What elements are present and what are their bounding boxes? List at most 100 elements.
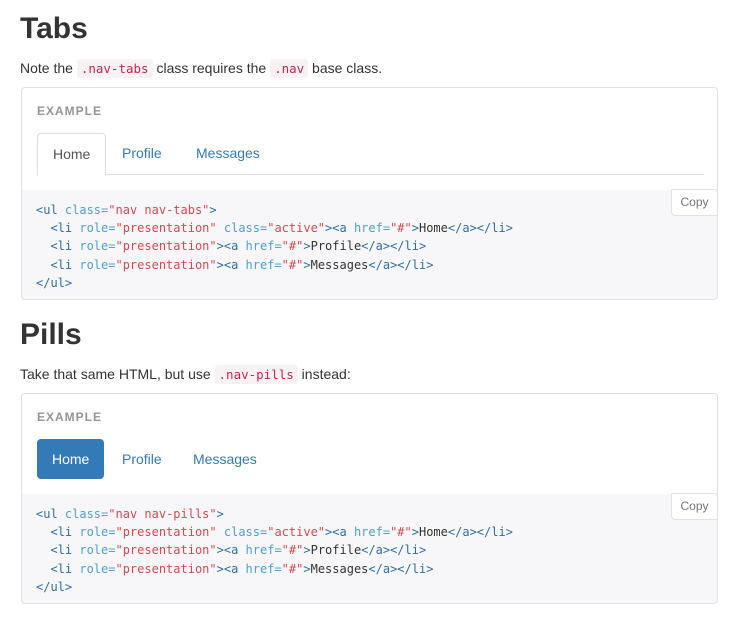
code-token: href= [353,525,391,540]
pill-messages[interactable]: Messages [178,439,272,479]
code-token: "#" [281,257,304,272]
tabs-heading: Tabs [20,12,88,45]
code-token: role= [79,525,116,540]
code-token: href= [353,221,391,236]
code-token: </a></li> [447,525,513,540]
code-token: role= [79,221,116,236]
code-token: </a></li> [447,221,513,236]
code-token: > [303,543,311,558]
code-line: <ul class="nav nav-tabs"> [36,203,217,217]
code-token: > [216,507,224,521]
code-token: role= [79,561,116,576]
code-token: <ul [36,507,65,521]
pill-profile[interactable]: Profile [107,439,177,479]
code-token: "#" [281,239,304,254]
code-token: "presentation" [115,221,217,236]
code-line: </ul> [36,276,72,290]
code-token: </a></li> [361,543,427,558]
code-token: role= [79,257,116,272]
code-line: <li role="presentation"><a href="#">Prof… [36,543,426,557]
code-token: Messages [310,257,369,272]
copy-button[interactable]: Copy [671,493,718,520]
tabs-example: EXAMPLE Home Profile Messages [21,87,718,191]
code-line: <li role="presentation"><a href="#">Mess… [36,562,433,576]
code-token: "presentation" [115,239,217,254]
code-line: <li role="presentation" class="active"><… [36,525,513,540]
code-token: role= [79,239,116,254]
code-token: <li [50,221,80,236]
code-token: "presentation" [115,561,217,576]
nav-tabs: Home Profile Messages [37,133,704,176]
code-token: "nav nav-tabs" [108,203,210,217]
code-token: <li [50,257,80,272]
code-token: "active" [267,221,326,236]
code-token: ><a [216,543,246,558]
pills-example: EXAMPLE Home Profile Messages [21,393,718,495]
code-token: class= [223,525,268,540]
code-token: ><a [325,525,354,540]
code-token: ><a [216,257,246,272]
code-token: href= [245,543,282,558]
code-token: class= [64,203,109,217]
pill-home[interactable]: Home [37,439,105,479]
code-token: <li [50,239,80,254]
code-token: > [303,239,311,254]
code-token: "active" [267,525,326,540]
code-token: "presentation" [115,525,217,540]
code-token: <li [50,525,80,540]
code-token: "nav nav-pills" [108,507,217,521]
tabs-code-block: Copy <ul class="nav nav-tabs"> <li role=… [21,189,718,300]
code-token: Home [418,221,448,236]
copy-button[interactable]: Copy [671,189,718,216]
code-token: "#" [281,543,304,558]
code-token: "presentation" [115,257,217,272]
example-label: EXAMPLE [37,410,103,424]
code-token: </ul> [36,579,73,594]
tab-profile[interactable]: Profile [107,133,177,175]
code-snippet: <ul class="nav nav-tabs"> <li role="pres… [36,201,513,292]
example-label: EXAMPLE [37,104,103,118]
pills-description: Take that same HTML, but use .nav-pills … [20,365,351,384]
code-token: <ul [36,203,65,217]
code-line: <ul class="nav nav-pills"> [36,507,224,521]
code-token: class= [64,507,109,521]
code-token: Messages [310,561,369,576]
code-token: <li [50,561,80,576]
code-token: "#" [281,561,304,576]
code-token: role= [79,543,116,558]
code-line: <li role="presentation"><a href="#">Prof… [36,239,426,253]
nav-pills-code: .nav-pills [214,365,298,384]
code-token: > [411,525,419,540]
code-token: Profile [310,543,362,558]
code-token: ><a [216,239,246,254]
code-token: > [303,561,311,576]
code-line: <li role="presentation" class="active"><… [36,221,513,236]
pills-code-block: Copy <ul class="nav nav-pills"> <li role… [21,493,718,604]
code-token: </a></li> [368,257,434,272]
pills-heading: Pills [20,318,82,351]
nav-tabs-code: .nav-tabs [76,59,153,78]
code-token: href= [245,257,282,272]
code-token: ><a [216,561,246,576]
code-token: > [411,221,419,236]
code-token: </a></li> [368,561,434,576]
tabs-description: Note the .nav-tabs class requires the .n… [20,59,383,78]
code-token: "presentation" [115,543,217,558]
tab-messages[interactable]: Messages [181,133,275,175]
tab-home[interactable]: Home [37,133,107,176]
code-token: "#" [390,221,412,236]
code-line: <li role="presentation"><a href="#">Mess… [36,258,433,272]
code-token: </ul> [36,275,73,290]
code-token: > [303,257,311,272]
code-token: "#" [390,525,412,540]
code-token: ><a [325,221,354,236]
code-token: </a></li> [361,239,427,254]
code-token: href= [245,239,282,254]
